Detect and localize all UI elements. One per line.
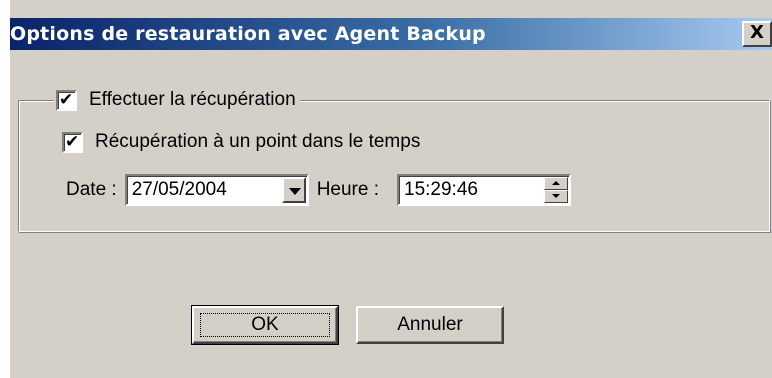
time-label: Heure : [316, 179, 380, 200]
close-icon: X [750, 22, 764, 43]
chevron-down-icon [288, 188, 301, 195]
title-bar: Options de restauration avec Agent Backu… [10, 18, 772, 50]
spin-up-icon [552, 181, 561, 185]
date-label: Date : [66, 179, 117, 200]
restore-options-dialog: Options de restauration avec Agent Backu… [10, 0, 772, 378]
recovery-groupbox [18, 100, 770, 232]
spin-up-button[interactable] [544, 177, 569, 190]
cancel-button[interactable]: Annuler [356, 306, 504, 344]
recovery-checkbox-label: Effectuer la récupération [89, 89, 296, 110]
time-spinner[interactable] [544, 177, 569, 203]
window-title: Options de restauration avec Agent Backu… [10, 23, 486, 45]
spin-down-button[interactable] [544, 190, 569, 203]
date-dropdown-button[interactable] [281, 177, 306, 203]
spin-down-icon [552, 194, 561, 198]
checkmark-icon: ✔ [65, 131, 80, 151]
ok-button[interactable]: OK [191, 305, 339, 345]
point-in-time-checkbox[interactable]: ✔ [62, 131, 83, 153]
time-picker[interactable]: 15:29:46 [397, 174, 572, 206]
point-in-time-checkbox-label: Récupération à un point dans le temps [95, 131, 421, 152]
date-time-row: Date : 27/05/2004 Heure : 15:29:46 [66, 172, 572, 208]
checkmark-icon: ✔ [59, 89, 74, 109]
close-button[interactable]: X [742, 21, 772, 47]
date-value[interactable]: 27/05/2004 [132, 179, 227, 201]
cancel-button-label: Annuler [397, 314, 463, 335]
recovery-checkbox[interactable]: ✔ [56, 89, 77, 111]
date-picker[interactable]: 27/05/2004 [124, 174, 309, 206]
time-value[interactable]: 15:29:46 [404, 179, 478, 201]
recovery-checkbox-row[interactable]: ✔ Effectuer la récupération [54, 86, 300, 114]
focus-rect [200, 313, 330, 337]
point-in-time-checkbox-row[interactable]: ✔ Récupération à un point dans le temps [62, 131, 420, 153]
